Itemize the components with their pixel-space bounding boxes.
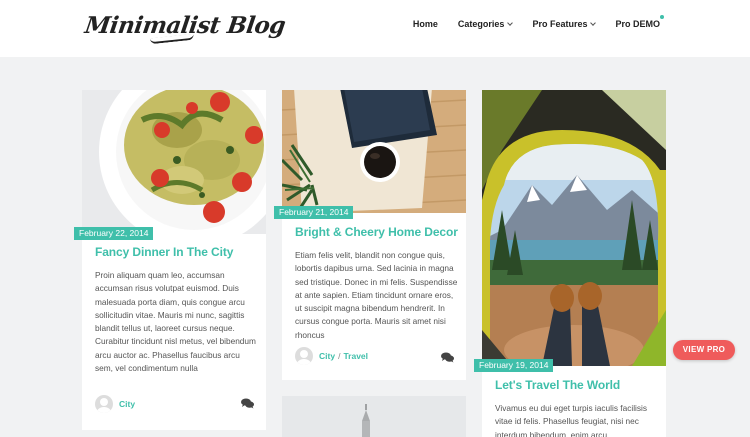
nav-item-pro-demo[interactable]: Pro DEMO <box>615 15 664 29</box>
post-image-city[interactable] <box>282 396 466 437</box>
nav-item-home[interactable]: Home <box>413 19 438 29</box>
post-title[interactable]: Fancy Dinner In The City <box>95 245 233 259</box>
post-excerpt: Proin aliquam quam leo, accumsan accumsa… <box>95 269 259 375</box>
post-card-3: February 19, 2014 Let's Travel The World… <box>474 90 666 437</box>
excerpt-paragraph: Proin aliquam quam leo, accumsan accumsa… <box>95 270 256 374</box>
post-excerpt: Etiam felis velit, blandit non congue qu… <box>295 249 461 342</box>
post-image-tent-view[interactable] <box>482 90 666 366</box>
view-pro-button[interactable]: VIEW PRO <box>673 340 735 360</box>
post-excerpt: Vivamus eu dui eget turpis iaculis facil… <box>495 402 659 437</box>
category-link-city[interactable]: City <box>319 351 335 361</box>
post-image-home-decor[interactable] <box>282 90 466 213</box>
author-avatar[interactable] <box>95 395 113 413</box>
author-avatar[interactable] <box>295 347 313 365</box>
chevron-down-icon <box>590 19 597 26</box>
main-nav: Home Categories Pro Features Pro DEMO <box>393 15 664 29</box>
excerpt-paragraph: Etiam felis velit, blandit non congue qu… <box>295 250 458 340</box>
post-title[interactable]: Let's Travel The World <box>495 378 620 392</box>
post-meta: City <box>95 395 135 413</box>
post-meta: City / Travel <box>295 347 368 365</box>
nav-item-categories[interactable]: Categories <box>457 19 514 29</box>
category-link-travel[interactable]: Travel <box>343 351 368 361</box>
post-date: February 19, 2014 <box>474 359 554 372</box>
post-card-4 <box>282 396 466 437</box>
excerpt-paragraph: Vivamus eu dui eget turpis iaculis facil… <box>495 403 648 437</box>
comments-icon[interactable] <box>441 352 454 363</box>
post-card-2: February 21, 2014 Bright & Cheery Home D… <box>274 90 466 380</box>
category-link-city[interactable]: City <box>119 399 135 409</box>
post-image-salad[interactable] <box>82 90 266 234</box>
post-date: February 21, 2014 <box>274 206 354 219</box>
nav-label: Pro Features <box>532 19 588 29</box>
notification-dot <box>660 15 664 19</box>
chevron-down-icon <box>507 19 514 26</box>
nav-label: Categories <box>457 19 505 29</box>
post-card-1: February 22, 2014 Fancy Dinner In The Ci… <box>74 90 266 430</box>
nav-label: Home <box>412 19 438 29</box>
category-separator: / <box>338 351 341 361</box>
site-header: Minimalist Blog Home Categories Pro Feat… <box>0 0 750 57</box>
comments-icon[interactable] <box>241 398 254 409</box>
nav-item-pro-features[interactable]: Pro Features <box>532 19 597 29</box>
post-date: February 22, 2014 <box>74 227 154 240</box>
nav-label: Pro DEMO <box>615 19 660 29</box>
post-title[interactable]: Bright & Cheery Home Decor <box>295 225 458 239</box>
